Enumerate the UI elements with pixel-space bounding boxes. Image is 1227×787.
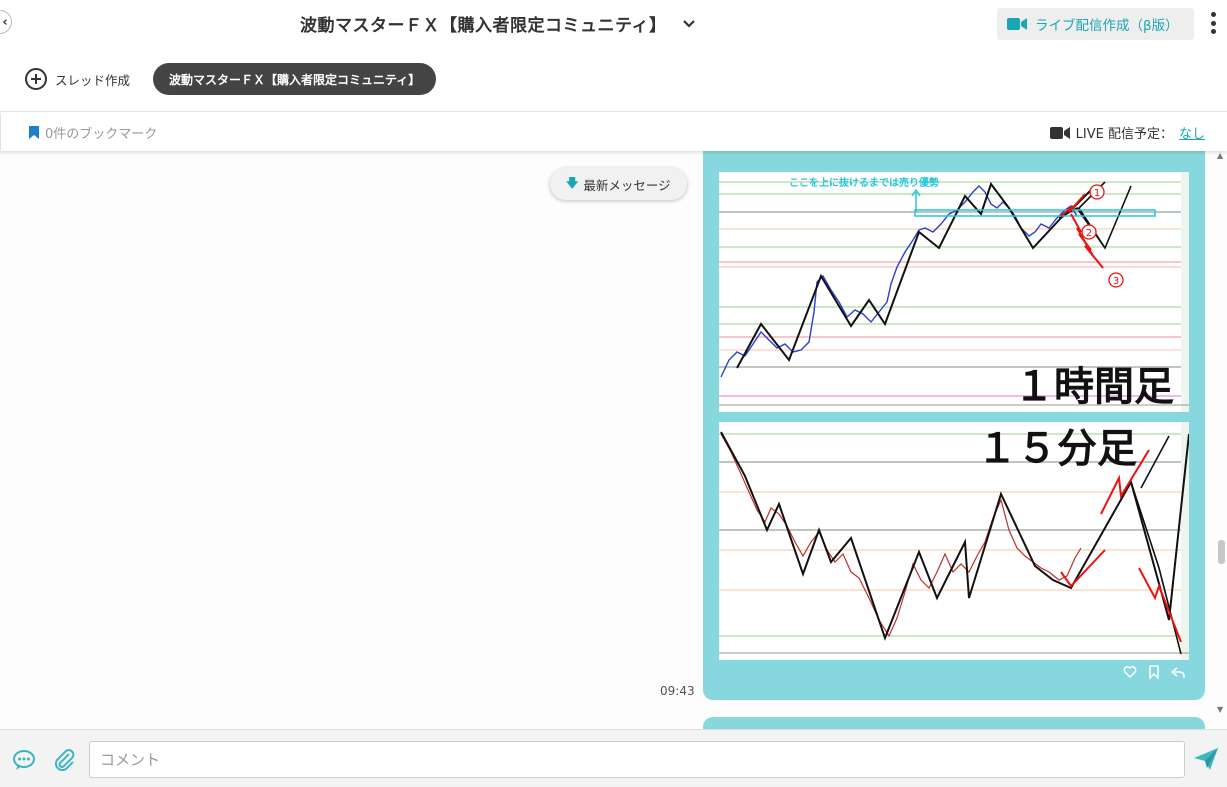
chat-bubble-icon[interactable] [12,748,36,772]
chat-area[interactable]: 🡇 最新メッセージ ここを上に抜けるまでは売り優勢 1 2 3 １時間足 １５分… [0,151,1227,729]
back-icon[interactable]: ‹ [0,10,12,34]
svg-text:2: 2 [1086,228,1092,239]
more-menu-icon[interactable] [1208,12,1218,34]
channel-tab-active[interactable]: 波動マスターＦＸ【購入者限定コミュニティ】 [153,63,437,95]
svg-text:1: 1 [1094,188,1100,199]
scroll-up-icon[interactable]: ▲ [1217,151,1223,160]
bookmarks-count: 0件のブックマーク [45,127,158,142]
new-thread-button[interactable]: スレッド作成 [25,68,130,90]
live-schedule-link[interactable]: なし [1179,123,1205,142]
chart1-timeframe-label: １時間足 [1014,364,1174,410]
bookmarks-link[interactable]: 0件のブックマーク [29,123,157,142]
live-create-button[interactable]: ライブ配信作成（β版） [997,8,1194,40]
bookmark-bar: 0件のブックマーク LIVE 配信予定： なし [0,113,1227,151]
paperclip-icon[interactable] [53,748,77,772]
live-create-label: ライブ配信作成（β版） [1035,18,1179,34]
new-thread-label: スレッド作成 [55,72,131,88]
top-bar: ‹ 波動マスターＦＸ【購入者限定コミュニティ】 ライブ配信作成（β版） [0,0,1227,46]
message-bubble: ここを上に抜けるまでは売り優勢 1 2 3 １時間足 １５分足 [703,151,1205,700]
message-actions [1123,665,1185,679]
comment-input[interactable] [89,741,1185,778]
chart-image-15m[interactable]: １５分足 [719,422,1190,660]
bookmark-icon[interactable] [1147,665,1161,679]
scroll-thumb[interactable] [1218,540,1225,564]
page-title: 波動マスターＦＸ【購入者限定コミュニティ】 [300,16,667,36]
latest-messages-button[interactable]: 🡇 最新メッセージ [550,168,687,200]
latest-messages-label: 最新メッセージ [583,177,671,193]
video-camera-icon [1007,18,1027,30]
channel-bar: スレッド作成 波動マスターＦＸ【購入者限定コミュニティ】 [0,46,1227,112]
chart-image-1h[interactable]: ここを上に抜けるまでは売り優勢 1 2 3 １時間足 [719,172,1189,412]
chart2-timeframe-label: １５分足 [977,426,1137,472]
chevron-down-icon[interactable] [680,15,698,33]
arrow-down-icon: 🡇 [566,175,579,190]
heart-icon[interactable] [1123,665,1137,679]
chart1-annotation: ここを上に抜けるまでは売り優勢 [789,176,939,189]
video-camera-icon [1049,126,1070,139]
reply-icon[interactable] [1171,665,1185,679]
svg-text:3: 3 [1113,276,1119,287]
chart-15m-svg: １５分足 [719,422,1190,660]
message-bubble-next [703,717,1205,729]
bookmark-icon [29,126,39,139]
live-schedule-label: LIVE 配信予定： [1075,127,1173,142]
plus-circle-icon [25,68,47,90]
message-time: 09:43 [660,684,695,698]
scroll-down-icon[interactable]: ▼ [1217,705,1223,714]
composer [0,729,1227,787]
chart-1h-svg: ここを上に抜けるまでは売り優勢 1 2 3 １時間足 [719,172,1189,412]
chat-scrollbar[interactable]: ▲ ▼ [1214,151,1227,729]
live-schedule: LIVE 配信予定： なし [1049,123,1205,142]
send-icon[interactable] [1193,746,1219,772]
title-dropdown[interactable]: 波動マスターＦＸ【購入者限定コミュニティ】 [300,11,698,36]
